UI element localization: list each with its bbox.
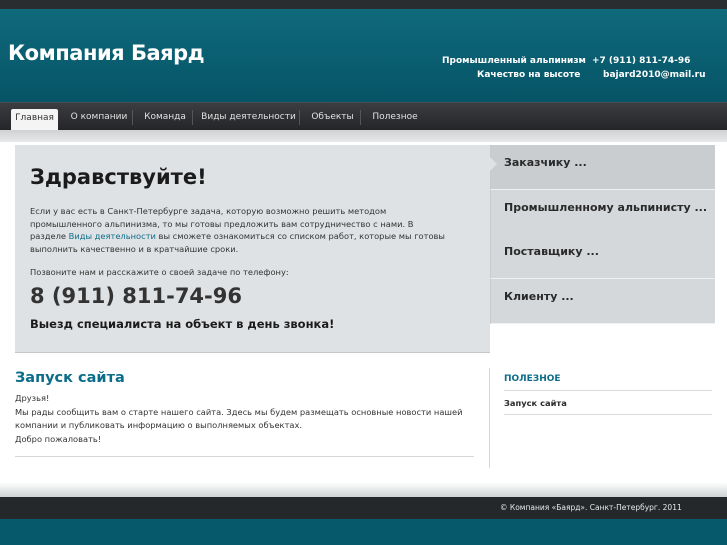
- sidebar-divider: [504, 390, 712, 391]
- visit-slogan: Выезд специалиста на объект в день звонк…: [30, 317, 335, 331]
- main-nav: Главная О компании Команда Виды деятельн…: [0, 102, 727, 131]
- audience-tabs: Заказчику ... Промышленному альпинисту .…: [490, 145, 715, 352]
- welcome-title: Здравствуйте!: [30, 165, 207, 189]
- site-logo[interactable]: Компания Баярд: [8, 41, 205, 65]
- call-text: Позвоните нам и расскажите о своей задач…: [30, 267, 289, 277]
- bottom-band: [0, 519, 727, 545]
- post-line: компании и публиковать информацию о выпо…: [15, 420, 303, 430]
- post-divider: [15, 456, 474, 457]
- nav-item-objects[interactable]: Объекты: [305, 110, 361, 131]
- sidebar-link-site-launch[interactable]: Запуск сайта: [504, 398, 567, 408]
- site-header: Компания Баярд Промышленный альпинизм Ка…: [0, 9, 727, 102]
- big-phone-number: 8 (911) 811-74-96: [30, 284, 242, 308]
- post-line: Добро пожаловать!: [15, 433, 102, 444]
- top-strip: [0, 0, 727, 9]
- tab-customer[interactable]: Заказчику ...: [490, 145, 715, 190]
- nav-item-about[interactable]: О компании: [66, 110, 133, 131]
- footer-gradient: [0, 482, 727, 497]
- tab-climber-label: Промышленному альпинисту ...: [504, 201, 708, 214]
- tagline-primary: Промышленный альпинизм: [442, 56, 586, 66]
- nav-item-team[interactable]: Команда: [138, 110, 193, 131]
- post-body: Друзья! Мы рады сообщить вам о старте на…: [15, 392, 485, 446]
- tab-customer-label: Заказчику ...: [504, 156, 587, 169]
- tab-supplier-label: Поставщику ...: [504, 245, 599, 258]
- welcome-panel: Здравствуйте! Если у вас есть в Санкт-Пе…: [15, 145, 490, 353]
- site-footer: © Компания «Баярд». Санкт-Петербург. 201…: [0, 497, 727, 519]
- tagline-secondary: Качество на высоте: [477, 70, 581, 80]
- sidebar-divider: [504, 414, 712, 415]
- tab-client-label: Клиенту ...: [504, 290, 574, 303]
- nav-shadow-bar: [0, 130, 727, 142]
- header-phone: +7 (911) 811-74-96: [592, 56, 691, 66]
- welcome-intro: Если у вас есть в Санкт-Петербурге задач…: [30, 205, 450, 255]
- nav-item-activities[interactable]: Виды деятельности: [198, 110, 300, 131]
- activities-link[interactable]: Виды деятельности: [69, 231, 156, 241]
- tab-client[interactable]: Клиенту ...: [490, 279, 715, 324]
- post-line: Друзья!: [15, 393, 50, 403]
- post-title[interactable]: Запуск сайта: [15, 370, 125, 386]
- tab-climber[interactable]: Промышленному альпинисту ...: [490, 190, 715, 235]
- tab-supplier[interactable]: Поставщику ...: [490, 234, 715, 279]
- header-email[interactable]: bajard2010@mail.ru: [603, 70, 706, 80]
- nav-item-useful[interactable]: Полезное: [366, 110, 424, 131]
- nav-item-home[interactable]: Главная: [11, 109, 58, 131]
- sidebar-heading: ПОЛЕЗНОЕ: [504, 374, 561, 384]
- post-line: Мы рады сообщить вам о старте нашего сай…: [15, 406, 463, 417]
- column-divider: [489, 368, 490, 468]
- footer-copyright: © Компания «Баярд». Санкт-Петербург. 201…: [500, 503, 682, 512]
